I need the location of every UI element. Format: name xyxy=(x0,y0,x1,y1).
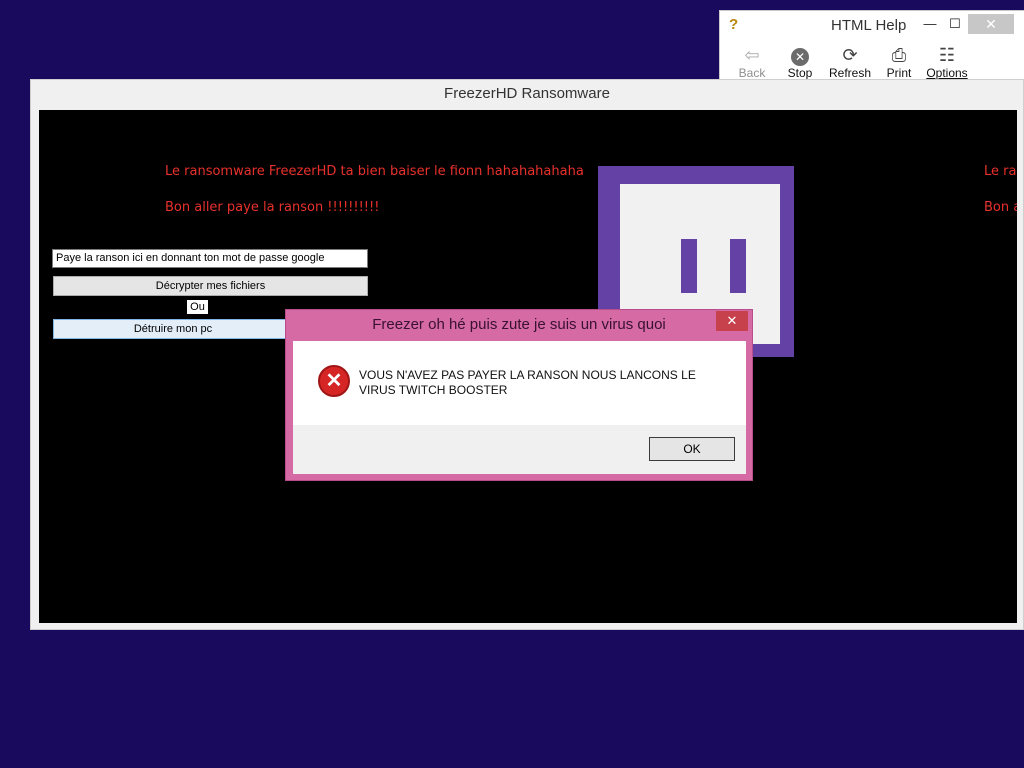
back-button[interactable]: ⇦ Back xyxy=(728,44,776,80)
options-button[interactable]: ☷ Options xyxy=(923,44,971,80)
back-arrow-icon: ⇦ xyxy=(744,45,760,65)
twitch-logo-bar-right xyxy=(730,239,746,293)
html-help-window: ? HTML Help — ☐ ✕ ⇦ Back ✕ Stop ⟳ Refres… xyxy=(719,10,1024,80)
decrypt-files-button[interactable]: Décrypter mes fichiers xyxy=(53,276,368,296)
ok-button[interactable]: OK xyxy=(649,437,735,461)
maximize-button[interactable]: ☐ xyxy=(940,14,970,34)
dialog-message-area: ✕ VOUS N'AVEZ PAS PAYER LA RANSON NOUS L… xyxy=(293,341,746,425)
refresh-icon: ⟳ xyxy=(842,45,858,65)
back-label: Back xyxy=(738,66,766,80)
stop-icon: ✕ xyxy=(791,48,809,66)
ransom-message-line1: Le ransomware FreezerHD ta bien baiser l… xyxy=(165,164,584,179)
refresh-label: Refresh xyxy=(828,66,872,80)
refresh-button[interactable]: ⟳ Refresh xyxy=(826,44,874,80)
dialog-message-text: VOUS N'AVEZ PAS PAYER LA RANSON NOUS LAN… xyxy=(359,368,696,397)
dialog-title: Freezer oh hé puis zute je suis un virus… xyxy=(372,316,666,333)
password-input[interactable]: Paye la ranson ici en donnant ton mot de… xyxy=(52,249,368,268)
printer-icon: ⎙ xyxy=(891,45,907,65)
ransom-message-line2: Bon aller paye la ranson !!!!!!!!!! xyxy=(165,200,380,215)
dialog-body: ✕ VOUS N'AVEZ PAS PAYER LA RANSON NOUS L… xyxy=(293,341,746,474)
print-label: Print xyxy=(886,66,912,80)
dialog-close-button[interactable]: ✕ xyxy=(716,311,748,331)
help-close-button[interactable]: ✕ xyxy=(968,14,1014,34)
twitch-logo-bar-left xyxy=(681,239,697,293)
ransomware-window-title: FreezerHD Ransomware xyxy=(444,85,610,102)
or-label: Ou xyxy=(187,300,208,314)
stop-button[interactable]: ✕ Stop xyxy=(776,44,824,80)
desktop: { "help_window": { "title": "HTML Help",… xyxy=(0,0,1024,768)
error-icon: ✕ xyxy=(318,365,350,397)
help-window-title: HTML Help xyxy=(831,17,907,34)
destroy-pc-button[interactable]: Détruire mon pc xyxy=(53,319,293,339)
print-button[interactable]: ⎙ Print xyxy=(875,44,923,80)
ransom-message-line2-repeat: Bon a xyxy=(984,200,1017,215)
help-app-icon: ? xyxy=(729,16,739,33)
ransom-message-line1-repeat: Le ran xyxy=(984,164,1017,179)
stop-label: Stop xyxy=(787,66,813,80)
error-dialog: Freezer oh hé puis zute je suis un virus… xyxy=(285,309,753,481)
options-icon: ☷ xyxy=(938,45,956,65)
options-label: Options xyxy=(926,66,968,80)
